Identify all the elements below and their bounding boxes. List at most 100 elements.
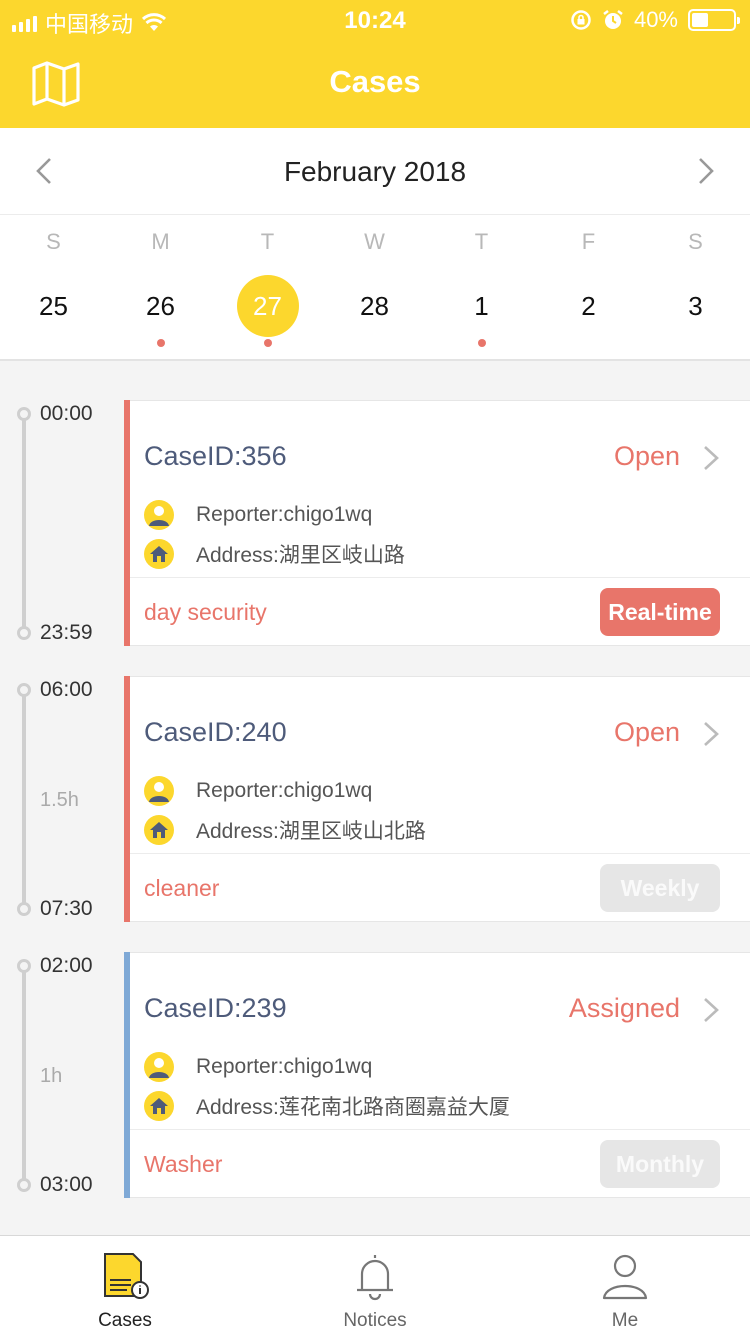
- start-time: 02:00: [40, 954, 93, 977]
- frequency-tag: Monthly: [600, 1140, 720, 1188]
- status-accent-bar: [124, 400, 130, 646]
- frequency-tag: Real-time: [600, 588, 720, 636]
- time-range: 00:00 23:59: [14, 400, 124, 646]
- reporter-text: Reporter:chigo1wq: [196, 779, 373, 802]
- status-bar: 中国移动 10:24 40%: [0, 0, 750, 40]
- chevron-right-icon[interactable]: [690, 156, 720, 186]
- alarm-icon: [603, 10, 623, 29]
- calendar-day[interactable]: T 27: [214, 215, 321, 361]
- reporter-row: Reporter:chigo1wq: [144, 776, 372, 806]
- rotation-lock-icon: [571, 10, 591, 30]
- status-right: 40%: [570, 7, 740, 33]
- role-label: cleaner: [144, 875, 220, 901]
- tab-notices[interactable]: Notices: [250, 1236, 500, 1334]
- home-icon: [144, 539, 174, 569]
- calendar-day[interactable]: S 25: [0, 215, 107, 361]
- chevron-right-icon: [704, 446, 719, 470]
- month-label: February 2018: [283, 156, 467, 187]
- weekday-label: T: [474, 229, 489, 254]
- weekday-label: W: [364, 229, 385, 254]
- case-item: 06:00 1.5h 07:30 CaseID:240 Open Reporte…: [0, 676, 750, 922]
- case-item: 02:00 1h 03:00 CaseID:239 Assigned Repor…: [0, 952, 750, 1198]
- address-row: Address:湖里区岐山北路: [144, 815, 426, 845]
- time-range: 06:00 1.5h 07:30: [14, 676, 124, 922]
- week-calendar: February 2018 S 25 M 26 T 27 W 28 T 1 F …: [0, 128, 750, 361]
- frequency-tag: Weekly: [600, 864, 720, 912]
- tab-label: Cases: [98, 1310, 152, 1331]
- case-id: CaseID:240: [144, 717, 287, 747]
- day-number: 28: [360, 291, 389, 321]
- event-dot: [477, 339, 486, 347]
- user-icon: [144, 500, 174, 530]
- end-time: 23:59: [40, 621, 93, 644]
- weekday-label: F: [581, 229, 596, 254]
- weekday-label: S: [688, 229, 703, 254]
- time-range: 02:00 1h 03:00: [14, 952, 124, 1198]
- tab-bar: Cases Notices Me: [0, 1235, 750, 1334]
- reporter-row: Reporter:chigo1wq: [144, 1052, 372, 1082]
- duration-label: 1.5h: [40, 789, 79, 811]
- user-icon: [144, 776, 174, 806]
- tab-cases[interactable]: Cases: [0, 1236, 250, 1334]
- page-title: Cases: [329, 64, 421, 99]
- chevron-right-icon: [704, 722, 719, 746]
- tab-label: Notices: [343, 1310, 407, 1331]
- weekday-label: S: [46, 229, 61, 254]
- start-time: 06:00: [40, 678, 93, 701]
- address-row: Address:湖里区岐山路: [144, 539, 405, 569]
- home-icon: [144, 1091, 174, 1121]
- calendar-day[interactable]: W 28: [321, 215, 428, 361]
- duration-label: 1h: [40, 1065, 63, 1087]
- home-icon: [144, 815, 174, 845]
- address-text: Address:莲花南北路商圈嘉益大厦: [196, 1096, 510, 1119]
- status-accent-bar: [124, 676, 130, 922]
- reporter-text: Reporter:chigo1wq: [196, 503, 373, 526]
- event-dot: [156, 339, 165, 347]
- tab-label: Me: [611, 1310, 639, 1331]
- reporter-row: Reporter:chigo1wq: [144, 500, 372, 530]
- case-item: 00:00 23:59 CaseID:356 Open Reporter:chi…: [0, 400, 750, 646]
- week-row: S 25 M 26 T 27 W 28 T 1 F 2 S 3: [0, 215, 750, 361]
- case-card[interactable]: CaseID:239 Assigned Reporter:chigo1wq Ad…: [124, 952, 750, 1198]
- case-card[interactable]: CaseID:356 Open Reporter:chigo1wq Addres…: [124, 400, 750, 646]
- app-header: 中国移动 10:24 40% Cases: [0, 0, 750, 128]
- start-time: 00:00: [40, 402, 93, 425]
- document-icon: [104, 1253, 149, 1299]
- case-id: CaseID:239: [144, 993, 287, 1023]
- day-number: 1: [474, 291, 489, 321]
- calendar-day[interactable]: S 3: [642, 215, 749, 361]
- reporter-text: Reporter:chigo1wq: [196, 1055, 373, 1078]
- divider: [130, 577, 750, 578]
- case-status: Open: [613, 441, 680, 471]
- status-accent-bar: [124, 952, 130, 1198]
- divider: [130, 1129, 750, 1130]
- bell-icon: [357, 1255, 393, 1301]
- divider: [130, 853, 750, 854]
- calendar-day[interactable]: M 26: [107, 215, 214, 361]
- end-time: 07:30: [40, 897, 93, 920]
- day-number: 3: [688, 291, 703, 321]
- role-label: day security: [144, 599, 267, 625]
- role-label: Washer: [144, 1151, 223, 1177]
- weekday-label: M: [151, 229, 170, 254]
- end-time: 03:00: [40, 1173, 93, 1196]
- address-row: Address:莲花南北路商圈嘉益大厦: [144, 1091, 510, 1121]
- month-header: February 2018: [0, 128, 750, 215]
- day-number: 25: [39, 291, 68, 321]
- case-id: CaseID:356: [144, 441, 287, 471]
- day-number: 26: [146, 291, 175, 321]
- battery-percent: 40%: [633, 7, 678, 32]
- chevron-right-icon: [704, 998, 719, 1022]
- weekday-label: T: [260, 229, 275, 254]
- address-text: Address:湖里区岐山路: [196, 544, 405, 567]
- address-text: Address:湖里区岐山北路: [196, 820, 426, 843]
- battery-icon: [688, 9, 740, 31]
- tab-me[interactable]: Me: [500, 1236, 750, 1334]
- case-card[interactable]: CaseID:240 Open Reporter:chigo1wq Addres…: [124, 676, 750, 922]
- event-dot: [263, 339, 272, 347]
- user-icon: [602, 1254, 648, 1300]
- user-icon: [144, 1052, 174, 1082]
- case-status: Open: [613, 717, 680, 747]
- calendar-day[interactable]: T 1: [428, 215, 535, 361]
- calendar-day[interactable]: F 2: [535, 215, 642, 361]
